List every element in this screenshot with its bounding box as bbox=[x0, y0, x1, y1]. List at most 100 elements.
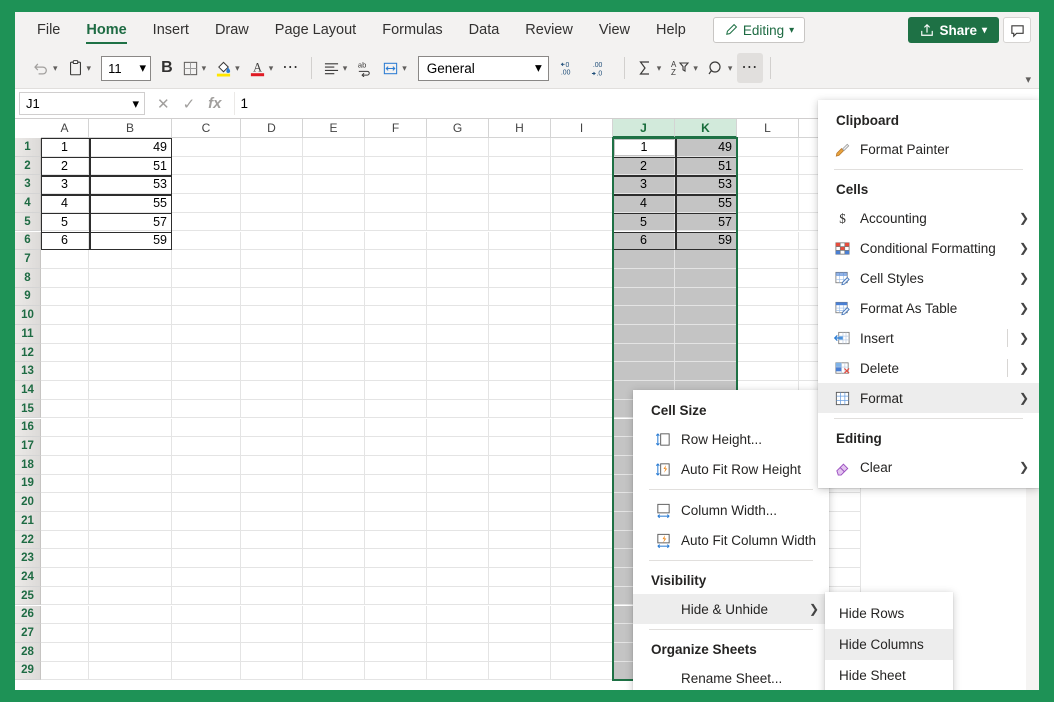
cell-I18[interactable] bbox=[551, 456, 613, 475]
cell-C28[interactable] bbox=[172, 643, 241, 662]
cell-F2[interactable] bbox=[365, 157, 427, 176]
cell-G12[interactable] bbox=[427, 344, 489, 363]
cell-D7[interactable] bbox=[241, 250, 303, 269]
menu-item-row-height[interactable]: Row Height... bbox=[633, 424, 829, 454]
cell-C15[interactable] bbox=[172, 400, 241, 419]
chevron-right-icon[interactable]: ❯ bbox=[1019, 391, 1029, 405]
cell-I19[interactable] bbox=[551, 475, 613, 494]
cell-G23[interactable] bbox=[427, 549, 489, 568]
column-header-H[interactable]: H bbox=[489, 119, 551, 138]
row-header-9[interactable]: 9 bbox=[15, 288, 41, 307]
cell-A18[interactable] bbox=[41, 456, 89, 475]
row-header-4[interactable]: 4 bbox=[15, 194, 41, 213]
cell-K11[interactable] bbox=[675, 325, 737, 344]
row-header-8[interactable]: 8 bbox=[15, 269, 41, 288]
cell-J9[interactable] bbox=[613, 288, 675, 307]
cell-C26[interactable] bbox=[172, 606, 241, 625]
cell-A5[interactable]: 5 bbox=[41, 213, 89, 232]
cell-C17[interactable] bbox=[172, 437, 241, 456]
cell-B24[interactable] bbox=[89, 568, 172, 587]
cell-E1[interactable] bbox=[303, 138, 365, 157]
cell-J8[interactable] bbox=[613, 269, 675, 288]
cell-I25[interactable] bbox=[551, 587, 613, 606]
cell-L13[interactable] bbox=[737, 362, 799, 381]
font-overflow-button[interactable]: ⋯ bbox=[278, 53, 304, 83]
cell-H14[interactable] bbox=[489, 381, 551, 400]
cell-C18[interactable] bbox=[172, 456, 241, 475]
cell-I7[interactable] bbox=[551, 250, 613, 269]
cell-A25[interactable] bbox=[41, 587, 89, 606]
cell-C6[interactable] bbox=[172, 232, 241, 251]
cell-B7[interactable] bbox=[89, 250, 172, 269]
cell-G15[interactable] bbox=[427, 400, 489, 419]
row-header-20[interactable]: 20 bbox=[15, 493, 41, 512]
cell-J6[interactable]: 6 bbox=[613, 232, 675, 251]
row-header-14[interactable]: 14 bbox=[15, 381, 41, 400]
cell-F24[interactable] bbox=[365, 568, 427, 587]
cell-G27[interactable] bbox=[427, 624, 489, 643]
row-header-3[interactable]: 3 bbox=[15, 175, 41, 194]
menu-item-clear[interactable]: Clear❯ bbox=[818, 452, 1039, 482]
cell-K4[interactable]: 55 bbox=[675, 194, 737, 213]
cell-I13[interactable] bbox=[551, 362, 613, 381]
bold-button[interactable]: B bbox=[157, 53, 177, 83]
cell-G11[interactable] bbox=[427, 325, 489, 344]
menu-item-auto-fit-row-height[interactable]: Auto Fit Row Height bbox=[633, 454, 829, 484]
cell-B20[interactable] bbox=[89, 493, 172, 512]
row-header-24[interactable]: 24 bbox=[15, 568, 41, 587]
cell-A13[interactable] bbox=[41, 362, 89, 381]
column-header-B[interactable]: B bbox=[89, 119, 172, 138]
chevron-right-icon[interactable]: ❯ bbox=[809, 602, 819, 616]
column-header-A[interactable]: A bbox=[41, 119, 89, 138]
cell-L4[interactable] bbox=[737, 194, 799, 213]
row-header-16[interactable]: 16 bbox=[15, 419, 41, 438]
borders-button[interactable]: ▾ bbox=[178, 53, 211, 83]
cell-I29[interactable] bbox=[551, 662, 613, 681]
cell-G18[interactable] bbox=[427, 456, 489, 475]
cell-E29[interactable] bbox=[303, 662, 365, 681]
cell-F14[interactable] bbox=[365, 381, 427, 400]
cell-H2[interactable] bbox=[489, 157, 551, 176]
cell-D28[interactable] bbox=[241, 643, 303, 662]
cell-F17[interactable] bbox=[365, 437, 427, 456]
menu-item-hide-rows[interactable]: Hide Rows bbox=[825, 598, 953, 629]
menu-item-format-as-table[interactable]: Format As Table❯ bbox=[818, 293, 1039, 323]
ribbon-tab-page-layout[interactable]: Page Layout bbox=[262, 12, 369, 48]
cell-H12[interactable] bbox=[489, 344, 551, 363]
cell-L7[interactable] bbox=[737, 250, 799, 269]
cell-H27[interactable] bbox=[489, 624, 551, 643]
ribbon-tab-view[interactable]: View bbox=[586, 12, 643, 48]
fill-color-button[interactable]: ▾ bbox=[211, 53, 244, 83]
cell-G14[interactable] bbox=[427, 381, 489, 400]
cell-I5[interactable] bbox=[551, 213, 613, 232]
cell-H18[interactable] bbox=[489, 456, 551, 475]
menu-item-auto-fit-column-width[interactable]: Auto Fit Column Width bbox=[633, 525, 829, 555]
cell-F6[interactable] bbox=[365, 232, 427, 251]
cell-G9[interactable] bbox=[427, 288, 489, 307]
cell-H29[interactable] bbox=[489, 662, 551, 681]
cell-H22[interactable] bbox=[489, 531, 551, 550]
cell-G25[interactable] bbox=[427, 587, 489, 606]
cell-H10[interactable] bbox=[489, 306, 551, 325]
cell-J3[interactable]: 3 bbox=[613, 175, 675, 194]
comments-button[interactable] bbox=[1003, 17, 1031, 43]
cell-D16[interactable] bbox=[241, 419, 303, 438]
cell-L3[interactable] bbox=[737, 175, 799, 194]
cell-K13[interactable] bbox=[675, 362, 737, 381]
cell-H1[interactable] bbox=[489, 138, 551, 157]
find-button[interactable]: ▾ bbox=[703, 53, 737, 83]
row-header-17[interactable]: 17 bbox=[15, 437, 41, 456]
cell-D27[interactable] bbox=[241, 624, 303, 643]
cell-A12[interactable] bbox=[41, 344, 89, 363]
ribbon-tab-file[interactable]: File bbox=[24, 12, 73, 48]
cell-I10[interactable] bbox=[551, 306, 613, 325]
column-header-K[interactable]: K bbox=[675, 119, 737, 138]
column-header-F[interactable]: F bbox=[365, 119, 427, 138]
menu-item-column-width[interactable]: Column Width... bbox=[633, 495, 829, 525]
cell-F25[interactable] bbox=[365, 587, 427, 606]
cell-F8[interactable] bbox=[365, 269, 427, 288]
cell-B18[interactable] bbox=[89, 456, 172, 475]
cell-F7[interactable] bbox=[365, 250, 427, 269]
cell-E21[interactable] bbox=[303, 512, 365, 531]
cell-E15[interactable] bbox=[303, 400, 365, 419]
